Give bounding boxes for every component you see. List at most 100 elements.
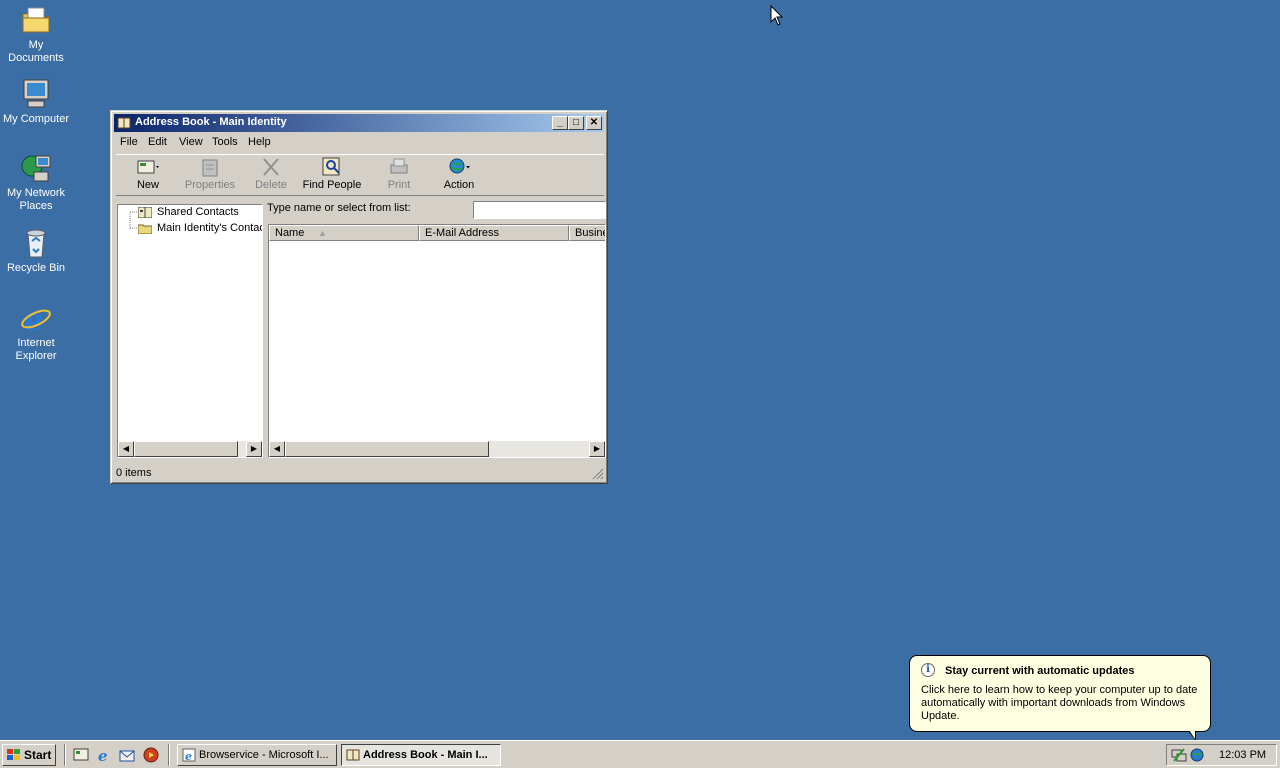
shared-contacts-icon	[137, 206, 153, 219]
find-label: Type name or select from list:	[267, 202, 411, 214]
menu-edit[interactable]: Edit	[148, 136, 167, 148]
network-tray-icon[interactable]	[1171, 747, 1187, 766]
media-player-icon[interactable]	[143, 747, 159, 763]
status-item-count: 0 items	[116, 467, 152, 479]
find-name-input[interactable]	[473, 201, 606, 219]
scroll-right-button[interactable]: ▶	[246, 441, 262, 457]
maximize-button[interactable]: □	[568, 116, 584, 130]
sort-ascending-icon: ▲	[318, 228, 327, 238]
info-icon: i	[921, 663, 935, 677]
menu-file[interactable]: File	[120, 136, 138, 148]
balloon-text: Click here to learn how to keep your com…	[921, 684, 1198, 722]
address-book-window: Address Book - Main Identity _ □ ✕ File …	[110, 110, 608, 484]
task-browservice[interactable]: e Browservice - Microsoft I...	[177, 744, 337, 766]
printer-icon	[387, 157, 411, 177]
outlook-express-icon[interactable]	[119, 747, 135, 763]
new-contact-icon	[136, 157, 160, 177]
scroll-thumb[interactable]	[134, 441, 238, 457]
find-people-label: Find People	[302, 179, 362, 191]
windows-update-tray-icon[interactable]	[1189, 747, 1205, 766]
close-button[interactable]: ✕	[586, 116, 602, 130]
ie-page-icon: e	[182, 748, 196, 763]
desktop-icon-label: Recycle Bin	[6, 262, 66, 274]
contacts-list: Name ▲ E-Mail Address Business Phone	[268, 224, 606, 458]
desktop-icon-my-documents[interactable]: My Documents	[0, 4, 72, 65]
print-button[interactable]: Print	[384, 157, 414, 191]
desktop-icon-label: My Computer	[2, 113, 70, 125]
column-header-email[interactable]: E-Mail Address	[419, 225, 569, 241]
update-balloon[interactable]: i Stay current with automatic updates Cl…	[909, 655, 1211, 741]
properties-button[interactable]: Properties	[182, 157, 238, 191]
action-globe-icon	[447, 157, 471, 177]
desktop-icon-internet-explorer[interactable]: e Internet Explorer	[0, 302, 72, 363]
desktop-icon-my-network-places[interactable]: My Network Places	[0, 152, 72, 213]
desktop-icon-label: My Documents	[8, 39, 64, 64]
desktop-icon-my-computer[interactable]: My Computer	[0, 78, 72, 126]
tree-item-label: Shared Contacts	[157, 206, 239, 218]
list-horizontal-scrollbar[interactable]: ◀ ▶	[269, 441, 605, 457]
new-label: New	[136, 179, 159, 191]
balloon-tail-fill	[1189, 730, 1195, 739]
task-label: Address Book - Main I...	[363, 749, 488, 761]
column-label: Business Phone	[575, 227, 605, 239]
tree-horizontal-scrollbar[interactable]: ◀ ▶	[118, 441, 262, 457]
task-address-book[interactable]: Address Book - Main I...	[341, 744, 501, 766]
scroll-thumb[interactable]	[285, 441, 489, 457]
scroll-left-button[interactable]: ◀	[118, 441, 134, 457]
desktop-icon-label: My Network Places	[6, 187, 66, 212]
balloon-title: Stay current with automatic updates	[945, 665, 1135, 677]
network-globe-icon	[20, 152, 52, 184]
new-button[interactable]: New	[133, 157, 163, 191]
title-bar[interactable]: Address Book - Main Identity _ □ ✕	[114, 114, 604, 132]
windows-flag-icon	[7, 749, 21, 761]
delete-button[interactable]: Delete	[254, 157, 288, 191]
window-title: Address Book - Main Identity	[135, 116, 287, 128]
folder-documents-icon	[20, 4, 52, 36]
svg-text:e: e	[185, 750, 192, 762]
delete-x-icon	[259, 157, 283, 177]
folder-icon	[137, 223, 153, 235]
properties-label: Properties	[184, 179, 236, 191]
print-label: Print	[387, 179, 411, 191]
taskbar-separator	[64, 744, 66, 766]
column-header-business-phone[interactable]: Business Phone	[569, 225, 605, 241]
internet-explorer-quicklaunch-icon[interactable]: e	[96, 747, 112, 765]
column-header-name[interactable]: Name ▲	[269, 225, 419, 241]
address-book-icon	[346, 748, 360, 762]
find-people-icon	[320, 157, 344, 177]
taskbar: Start e e Browservice - Microsoft I... A…	[0, 740, 1280, 768]
scroll-left-button[interactable]: ◀	[269, 441, 285, 457]
menu-bar: File Edit View Tools Help	[114, 133, 604, 152]
system-tray: 12:03 PM	[1166, 744, 1277, 766]
desktop-icon-recycle-bin[interactable]: Recycle Bin	[0, 227, 72, 275]
show-desktop-icon[interactable]	[73, 747, 89, 763]
taskbar-separator	[168, 744, 170, 766]
action-button[interactable]: Action	[442, 157, 476, 191]
address-book-icon	[117, 116, 131, 130]
clock[interactable]: 12:03 PM	[1219, 749, 1266, 761]
folder-tree: Shared Contacts Main Identity's Contacts	[117, 204, 263, 458]
tree-item-label: Main Identity's Contacts	[157, 222, 263, 234]
internet-explorer-icon: e	[20, 302, 52, 338]
find-people-button[interactable]: Find People	[302, 157, 362, 191]
status-bar: 0 items	[114, 464, 604, 482]
minimize-button[interactable]: _	[552, 116, 568, 130]
delete-label: Delete	[255, 179, 287, 191]
start-button[interactable]: Start	[2, 744, 56, 766]
toolbar: New Properties Delete Find People Print	[116, 154, 604, 196]
svg-text:e: e	[98, 747, 108, 763]
resize-grip-icon[interactable]	[592, 468, 604, 480]
column-label: Name	[275, 227, 305, 239]
recycle-bin-icon	[20, 227, 52, 259]
properties-icon	[198, 157, 222, 177]
scroll-right-button[interactable]: ▶	[589, 441, 605, 457]
desktop-icon-label: Internet Explorer	[15, 337, 57, 362]
computer-icon	[20, 78, 52, 110]
menu-tools[interactable]: Tools	[212, 136, 238, 148]
column-label: E-Mail Address	[425, 227, 499, 239]
menu-view[interactable]: View	[179, 136, 203, 148]
task-label: Browservice - Microsoft I...	[199, 749, 329, 761]
menu-help[interactable]: Help	[248, 136, 271, 148]
start-label: Start	[24, 748, 52, 762]
action-label: Action	[443, 179, 475, 191]
